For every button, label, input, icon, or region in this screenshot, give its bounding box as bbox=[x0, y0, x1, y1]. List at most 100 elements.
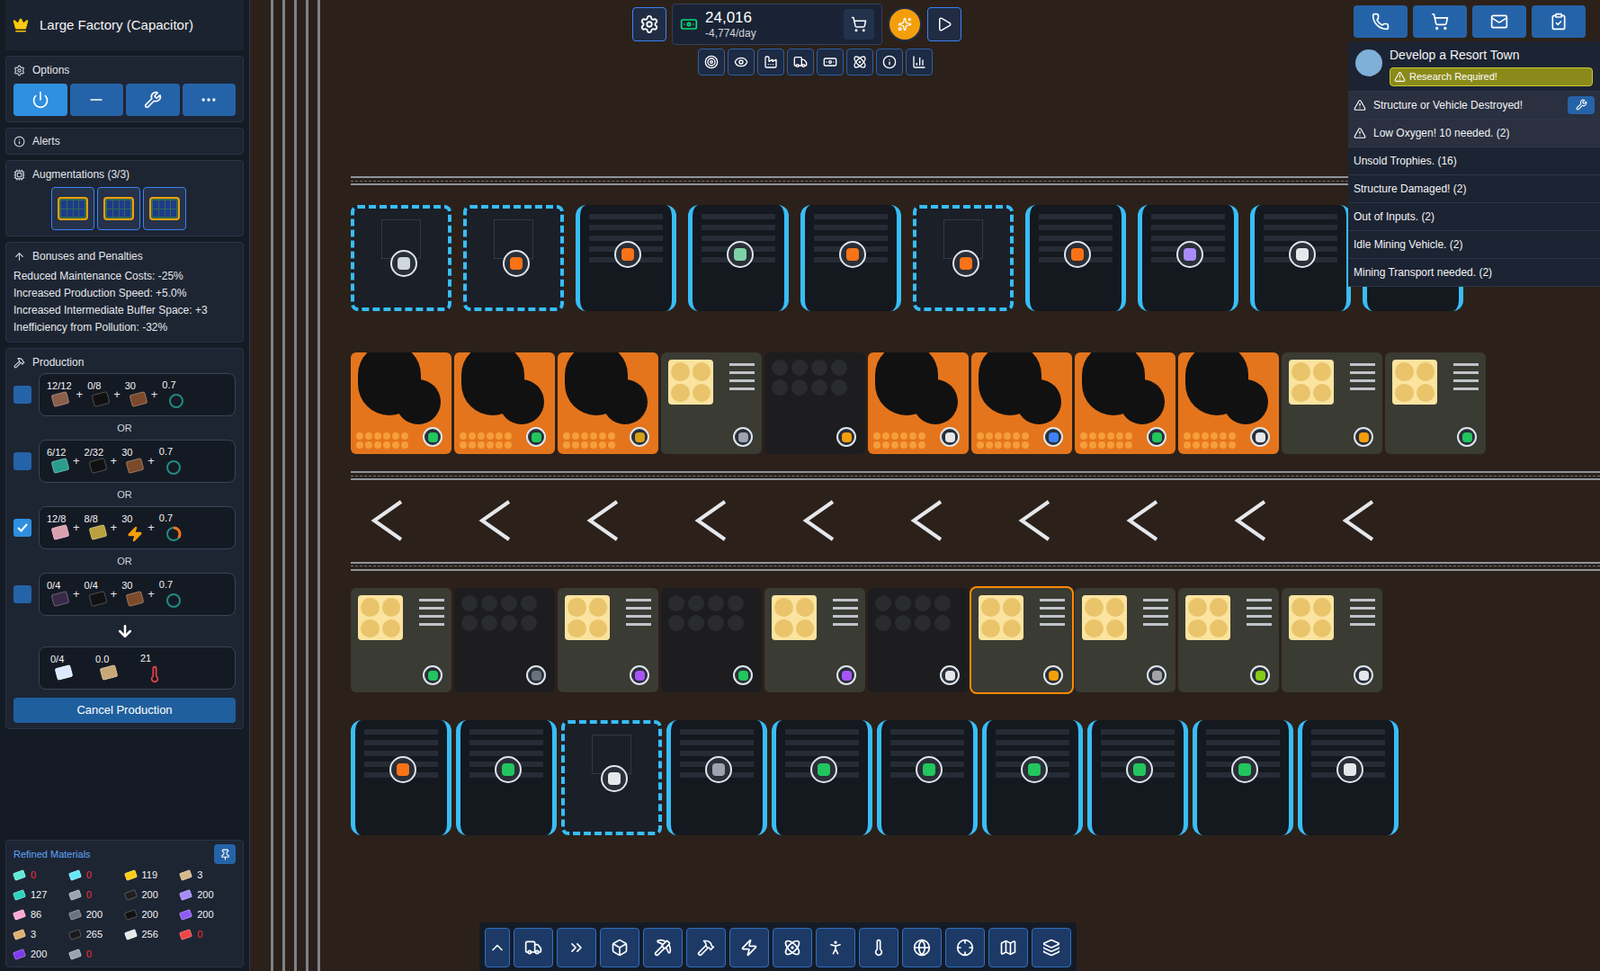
toolbar-button[interactable] bbox=[556, 928, 597, 968]
smelter-building[interactable] bbox=[1074, 352, 1176, 455]
menu-button[interactable] bbox=[1531, 5, 1586, 38]
factory-building[interactable] bbox=[1074, 588, 1176, 693]
factory-building[interactable] bbox=[350, 588, 452, 693]
processing-building[interactable] bbox=[764, 352, 866, 455]
mine-building[interactable] bbox=[1087, 720, 1189, 836]
toolbar-button[interactable] bbox=[772, 928, 813, 968]
toolbar-button[interactable] bbox=[945, 928, 985, 968]
option-button[interactable] bbox=[13, 83, 68, 117]
mine-building[interactable] bbox=[1192, 720, 1294, 836]
settings-button[interactable] bbox=[632, 7, 667, 42]
mine-building[interactable] bbox=[666, 720, 768, 836]
notification-item[interactable]: Out of Inputs. (2) bbox=[1348, 203, 1600, 232]
recipe-box[interactable]: 6/12+2/32+30+0.7 bbox=[38, 439, 236, 483]
map-tool-button[interactable] bbox=[697, 48, 725, 76]
notification-item[interactable]: Structure Damaged! (2) bbox=[1348, 175, 1600, 204]
factory-building[interactable] bbox=[764, 588, 866, 693]
processing-building[interactable] bbox=[454, 588, 555, 693]
smelter-building[interactable] bbox=[350, 352, 452, 455]
factory-building[interactable] bbox=[1385, 352, 1486, 455]
mine-building[interactable] bbox=[575, 205, 677, 312]
smelter-building[interactable] bbox=[1178, 352, 1279, 455]
factory-building[interactable] bbox=[1281, 588, 1383, 693]
notification-item[interactable]: Unsold Trophies. (16) bbox=[1348, 147, 1600, 176]
smelter-building[interactable] bbox=[454, 352, 555, 455]
notification-item[interactable]: Low Oxygen! 10 needed. (2) bbox=[1348, 119, 1600, 148]
smelter-building[interactable] bbox=[557, 352, 659, 455]
processing-building[interactable] bbox=[867, 588, 969, 693]
shop-button[interactable] bbox=[843, 8, 875, 40]
factory-building[interactable] bbox=[661, 352, 762, 455]
mine-building[interactable] bbox=[688, 205, 789, 312]
toolbar-button[interactable] bbox=[513, 928, 554, 968]
mine-building[interactable] bbox=[800, 205, 902, 312]
pin-button[interactable] bbox=[214, 844, 236, 865]
mine-building[interactable] bbox=[982, 720, 1083, 836]
map-tool-button[interactable] bbox=[757, 48, 785, 76]
menu-button[interactable] bbox=[1353, 5, 1408, 38]
mine-building[interactable] bbox=[771, 720, 873, 836]
mine-building[interactable] bbox=[1297, 720, 1399, 836]
recipe-checkbox[interactable] bbox=[13, 585, 32, 604]
option-button[interactable] bbox=[70, 83, 125, 117]
mine-building[interactable] bbox=[1137, 205, 1239, 312]
toolbar-button[interactable] bbox=[1031, 928, 1072, 968]
material-icon bbox=[68, 948, 82, 961]
toolbar-button[interactable] bbox=[686, 928, 726, 968]
notification-item[interactable]: Mining Transport needed. (2) bbox=[1348, 259, 1600, 287]
mine-building[interactable] bbox=[455, 720, 557, 836]
toolbar-button[interactable] bbox=[599, 928, 640, 968]
recipe-checkbox[interactable] bbox=[13, 518, 32, 537]
map-tool-button[interactable] bbox=[816, 48, 844, 76]
menu-button[interactable] bbox=[1472, 5, 1527, 38]
money-icon bbox=[679, 15, 698, 34]
repair-button[interactable] bbox=[1567, 96, 1595, 115]
smelter-building[interactable] bbox=[971, 352, 1073, 455]
cancel-production-button[interactable]: Cancel Production bbox=[13, 697, 236, 724]
toolbar-button[interactable] bbox=[815, 928, 856, 968]
notification-item[interactable]: Structure or Vehicle Destroyed! bbox=[1348, 91, 1600, 120]
map-tool-button[interactable] bbox=[727, 48, 755, 76]
toolbar-button[interactable] bbox=[484, 928, 510, 968]
recipe-box[interactable]: 0/4+0/4+30+0.7 bbox=[38, 572, 236, 617]
map-tool-button[interactable] bbox=[786, 48, 814, 76]
storage-building[interactable] bbox=[561, 720, 662, 836]
storage-building[interactable] bbox=[463, 205, 564, 312]
quest-card[interactable]: Develop a Resort TownResearch Required! bbox=[1348, 41, 1600, 92]
factory-building[interactable] bbox=[557, 588, 659, 693]
recipe-box[interactable]: 12/8+8/8+30+0.7 bbox=[38, 506, 236, 550]
toolbar-button[interactable] bbox=[988, 928, 1028, 968]
recipe-checkbox[interactable] bbox=[13, 452, 32, 471]
processing-building[interactable] bbox=[661, 588, 762, 693]
augmentation-slot[interactable] bbox=[51, 187, 95, 231]
alerts-section[interactable]: Alerts bbox=[5, 127, 244, 155]
menu-button[interactable] bbox=[1412, 5, 1467, 38]
recipe-checkbox[interactable] bbox=[13, 385, 32, 404]
play-button[interactable] bbox=[927, 7, 962, 42]
toolbar-button[interactable] bbox=[902, 928, 942, 968]
factory-building[interactable] bbox=[971, 588, 1073, 693]
option-button[interactable] bbox=[182, 83, 237, 117]
toolbar-button[interactable] bbox=[729, 928, 769, 968]
option-button[interactable] bbox=[125, 83, 180, 117]
map-tool-button[interactable] bbox=[875, 48, 903, 76]
augmentation-slot[interactable] bbox=[97, 187, 141, 231]
factory-building[interactable] bbox=[1281, 352, 1383, 455]
storage-building[interactable] bbox=[912, 205, 1014, 312]
augmentation-slot[interactable] bbox=[143, 187, 187, 231]
notification-item[interactable]: Idle Mining Vehicle. (2) bbox=[1348, 231, 1600, 260]
research-button[interactable] bbox=[887, 7, 922, 42]
recipe-item: 0.7 bbox=[159, 446, 183, 477]
mine-building[interactable] bbox=[1025, 205, 1127, 312]
mine-building[interactable] bbox=[1250, 205, 1351, 312]
smelter-building[interactable] bbox=[867, 352, 969, 455]
factory-building[interactable] bbox=[1178, 588, 1279, 693]
map-tool-button[interactable] bbox=[846, 48, 874, 76]
storage-building[interactable] bbox=[350, 205, 452, 312]
map-tool-button[interactable] bbox=[905, 48, 933, 76]
mine-building[interactable] bbox=[876, 720, 978, 836]
mine-building[interactable] bbox=[350, 720, 452, 836]
recipe-box[interactable]: 12/12+0/8+30+0.7 bbox=[38, 373, 236, 417]
toolbar-button[interactable] bbox=[858, 928, 899, 968]
toolbar-button[interactable] bbox=[643, 928, 683, 968]
